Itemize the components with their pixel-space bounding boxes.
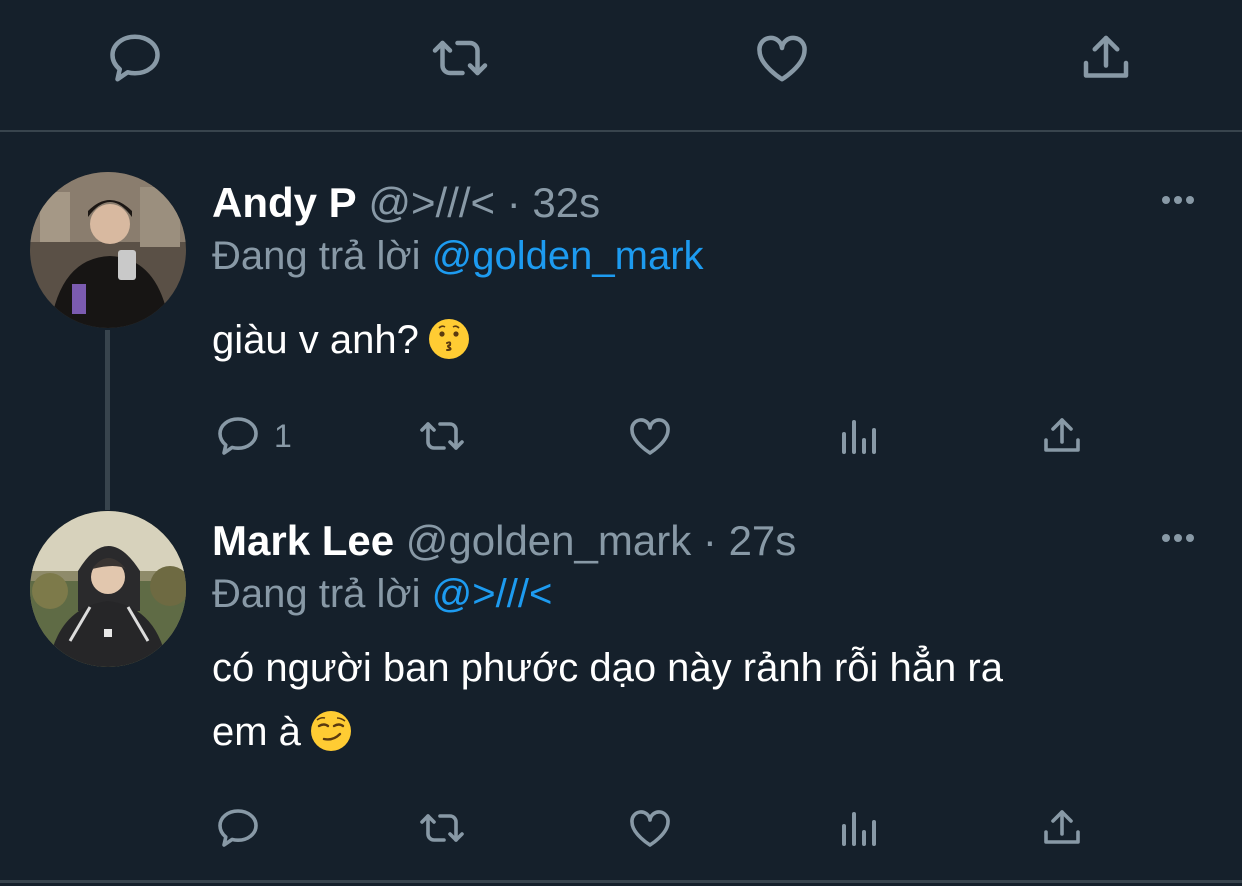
reply-icon[interactable]	[214, 412, 262, 460]
reply-icon[interactable]	[214, 804, 262, 852]
display-name[interactable]: Andy P	[212, 179, 357, 226]
tweet-body-line-1: có người ban phước dạo này rảnh rỗi hẳn …	[212, 646, 1003, 690]
tweet-body-line-2-text: em à	[212, 710, 301, 754]
separator-dot: ·	[506, 179, 521, 226]
analytics-icon[interactable]	[834, 804, 882, 852]
tweet-body-line-2: em à	[212, 700, 1202, 764]
avatar[interactable]	[30, 511, 186, 667]
like-icon[interactable]	[752, 28, 812, 88]
thread-connector-line	[105, 330, 110, 510]
share-icon[interactable]	[1076, 28, 1136, 88]
reply-mention-link[interactable]: @golden_mark	[432, 234, 704, 278]
timestamp[interactable]: 32s	[532, 179, 600, 226]
tweet-body: giàu v anh?	[212, 318, 419, 362]
reply-count: 1	[274, 418, 292, 454]
user-handle[interactable]: @golden_mark	[406, 517, 691, 564]
more-options-icon[interactable]	[1158, 190, 1198, 210]
display-name[interactable]: Mark Lee	[212, 517, 394, 564]
replying-to: Đang trả lời @golden_mark	[212, 232, 704, 280]
reply-icon[interactable]	[105, 28, 165, 88]
replying-to-label: Đang trả lời	[212, 234, 421, 278]
retweet-icon[interactable]	[418, 804, 466, 852]
retweet-icon[interactable]	[418, 412, 466, 460]
kissing-face-emoji	[427, 317, 471, 361]
focused-tweet-action-bar	[0, 0, 1242, 132]
tweet-header: Mark Lee @golden_mark · 27s	[212, 516, 796, 566]
share-icon[interactable]	[1038, 804, 1086, 852]
more-options-icon[interactable]	[1158, 528, 1198, 548]
user-handle[interactable]: @>///<	[368, 179, 495, 226]
reply-mention-link[interactable]: @>///<	[432, 572, 553, 616]
avatar[interactable]	[30, 172, 186, 328]
tweet-text: có người ban phước dạo này rảnh rỗi hẳn …	[212, 636, 1202, 764]
tweet-thread: Andy P @>///< · 32s Đang trả lời @golden…	[0, 0, 1242, 886]
retweet-icon[interactable]	[430, 28, 490, 88]
like-icon[interactable]	[626, 412, 674, 460]
tweet-header: Andy P @>///< · 32s	[212, 178, 600, 228]
divider	[0, 880, 1242, 883]
like-icon[interactable]	[626, 804, 674, 852]
replying-to-label: Đang trả lời	[212, 572, 421, 616]
analytics-icon[interactable]	[834, 412, 882, 460]
replying-to: Đang trả lời @>///<	[212, 570, 552, 618]
separator-dot: ·	[702, 517, 717, 564]
share-icon[interactable]	[1038, 412, 1086, 460]
smirking-face-emoji	[309, 709, 353, 753]
timestamp[interactable]: 27s	[729, 517, 797, 564]
tweet-text: giàu v anh?	[212, 308, 1202, 372]
